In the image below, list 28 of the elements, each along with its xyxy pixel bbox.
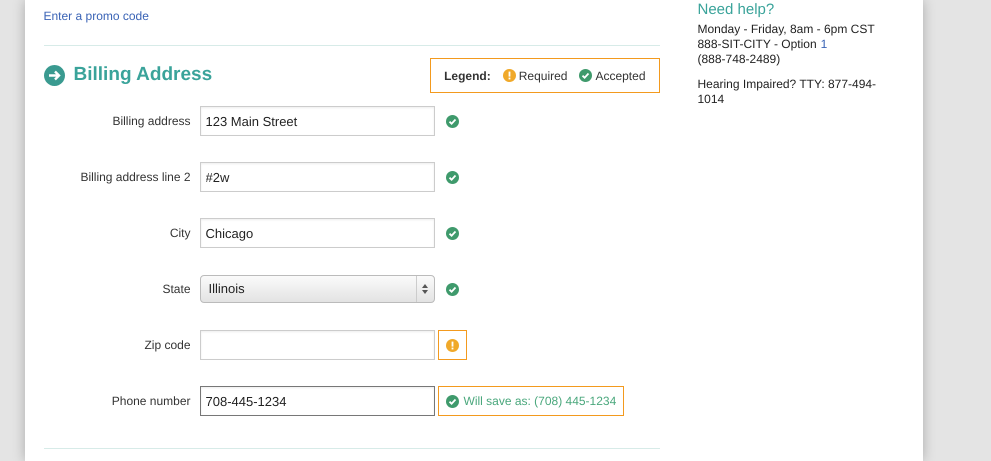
- field-label: State: [161, 281, 192, 298]
- help-title: Need help?: [698, 1, 776, 18]
- select-arrows-icon: [422, 284, 428, 294]
- field-label: Zip code: [143, 337, 192, 354]
- help-note: Hearing Impaired? TTY: 877-494-1014: [698, 77, 878, 107]
- field-label: Billing address: [111, 113, 192, 130]
- section-title: Billing Address: [74, 63, 212, 88]
- promo-code-link[interactable]: Enter a promo code: [44, 7, 149, 25]
- arrow-circle-icon: [44, 65, 64, 86]
- exclamation-icon: [502, 69, 516, 82]
- input-field[interactable]: 708-445-1234: [200, 386, 434, 416]
- input-field[interactable]: #2w: [200, 162, 434, 192]
- check-icon: [579, 69, 592, 82]
- state-select[interactable]: Illinois: [200, 275, 434, 303]
- validation-message: Will save as: (708) 445-1234: [438, 386, 624, 416]
- help-text: 888-SIT-CITY - Option: [698, 37, 817, 52]
- legend-text: Accepted: [595, 68, 646, 84]
- help-text: Monday - Friday, 8am - 6pm CST: [698, 22, 875, 37]
- legend-text: Required: [518, 68, 568, 84]
- option-link[interactable]: 1: [820, 37, 828, 52]
- input-field[interactable]: Chicago: [200, 218, 434, 248]
- field-label: Billing address line 2: [79, 169, 192, 186]
- legend-label: Legend:: [444, 68, 491, 84]
- field-label: City: [168, 225, 192, 242]
- input-field[interactable]: 123 Main Street: [200, 106, 434, 136]
- help-text: (888-748-2489): [698, 52, 780, 67]
- field-label: Phone number: [110, 393, 192, 410]
- input-field[interactable]: [200, 330, 434, 360]
